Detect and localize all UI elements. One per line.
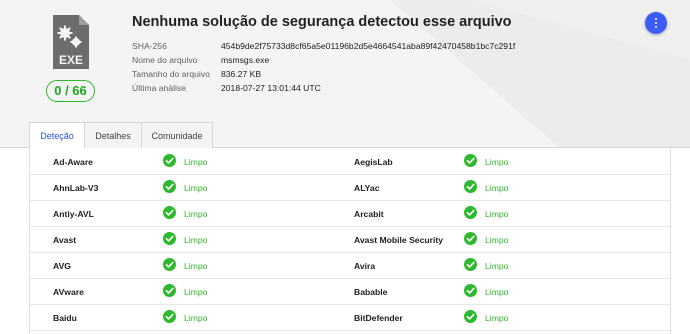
detection-result: Limpo xyxy=(184,235,208,245)
detection-result: Limpo xyxy=(184,287,208,297)
engine-name: BitDefender xyxy=(354,313,403,323)
engine-name: Ad-Aware xyxy=(53,157,93,167)
engine-name: AVware xyxy=(53,287,84,297)
detection-result: Limpo xyxy=(485,209,509,219)
tab-community[interactable]: Comunidade xyxy=(141,122,213,149)
detection-result: Limpo xyxy=(485,287,509,297)
check-circle-icon xyxy=(464,180,477,193)
detection-result: Limpo xyxy=(485,313,509,323)
engine-name: Avast Mobile Security xyxy=(354,235,443,245)
filename-label: Nome do arquivo xyxy=(132,55,198,65)
check-circle-icon xyxy=(163,310,176,323)
engine-name: AVG xyxy=(53,261,71,271)
last-analysis-value: 2018-07-27 13:01:44 UTC xyxy=(221,83,321,93)
more-options-button[interactable] xyxy=(645,12,667,34)
filename-value: msmsgs.exe xyxy=(221,55,270,65)
engine-name: Arcabit xyxy=(354,209,384,219)
page-title: Nenhuma solução de segurança detectou es… xyxy=(132,14,512,30)
tab-details[interactable]: Detalhes xyxy=(84,122,142,149)
filesize-value: 836.27 KB xyxy=(221,69,262,79)
last-analysis-label: Última análise xyxy=(132,83,186,93)
detection-result: Limpo xyxy=(184,183,208,193)
check-circle-icon xyxy=(163,154,176,167)
detection-result: Limpo xyxy=(184,261,208,271)
engine-name: AegisLab xyxy=(354,157,393,167)
detection-result: Limpo xyxy=(485,235,509,245)
engine-name: Antiy-AVL xyxy=(53,209,94,219)
check-circle-icon xyxy=(464,206,477,219)
check-circle-icon xyxy=(163,232,176,245)
table-row: Antiy-AVL Limpo Arcabit Limpo xyxy=(30,200,670,227)
detection-result: Limpo xyxy=(184,157,208,167)
check-circle-icon xyxy=(464,284,477,297)
check-circle-icon xyxy=(464,310,477,323)
engine-name: Baidu xyxy=(53,313,77,323)
table-row: AhnLab-V3 Limpo ALYac Limpo xyxy=(30,174,670,201)
detection-result: Limpo xyxy=(485,157,509,167)
engine-name: Avira xyxy=(354,261,376,271)
check-circle-icon xyxy=(464,258,477,271)
check-circle-icon xyxy=(163,258,176,271)
table-row: Avast Limpo Avast Mobile Security Limpo xyxy=(30,226,670,253)
detection-result: Limpo xyxy=(485,183,509,193)
check-circle-icon xyxy=(163,284,176,297)
tab-detection[interactable]: Deteção xyxy=(29,122,85,149)
check-circle-icon xyxy=(163,206,176,219)
sha256-value: 454b9de2f75733d8cf65a5e01196b2d5e4664541… xyxy=(221,41,516,51)
table-row: AVware Limpo Babable Limpo xyxy=(30,278,670,305)
engine-name: Babable xyxy=(354,287,388,297)
table-row: Ad-Aware Limpo AegisLab Limpo xyxy=(30,148,670,175)
table-row: AVG Limpo Avira Limpo xyxy=(30,252,670,279)
engine-name: AhnLab-V3 xyxy=(53,183,99,193)
exe-file-icon: EXE xyxy=(53,15,89,69)
detection-score-badge: 0 / 66 xyxy=(46,80,95,102)
check-circle-icon xyxy=(464,232,477,245)
detection-result: Limpo xyxy=(184,313,208,323)
filesize-label: Tamanho do arquivo xyxy=(132,69,210,79)
table-row: Baidu Limpo BitDefender Limpo xyxy=(30,304,670,331)
engine-name: ALYac xyxy=(354,183,380,193)
check-circle-icon xyxy=(163,180,176,193)
sha256-label: SHA-256 xyxy=(132,41,167,51)
detection-results-table: Ad-Aware Limpo AegisLab Limpo AhnLab-V3 Limpo… xyxy=(29,148,671,334)
engine-name: Avast xyxy=(53,235,77,245)
exe-file-label: EXE xyxy=(59,53,83,67)
detection-result: Limpo xyxy=(184,209,208,219)
check-circle-icon xyxy=(464,154,477,167)
detection-result: Limpo xyxy=(485,261,509,271)
